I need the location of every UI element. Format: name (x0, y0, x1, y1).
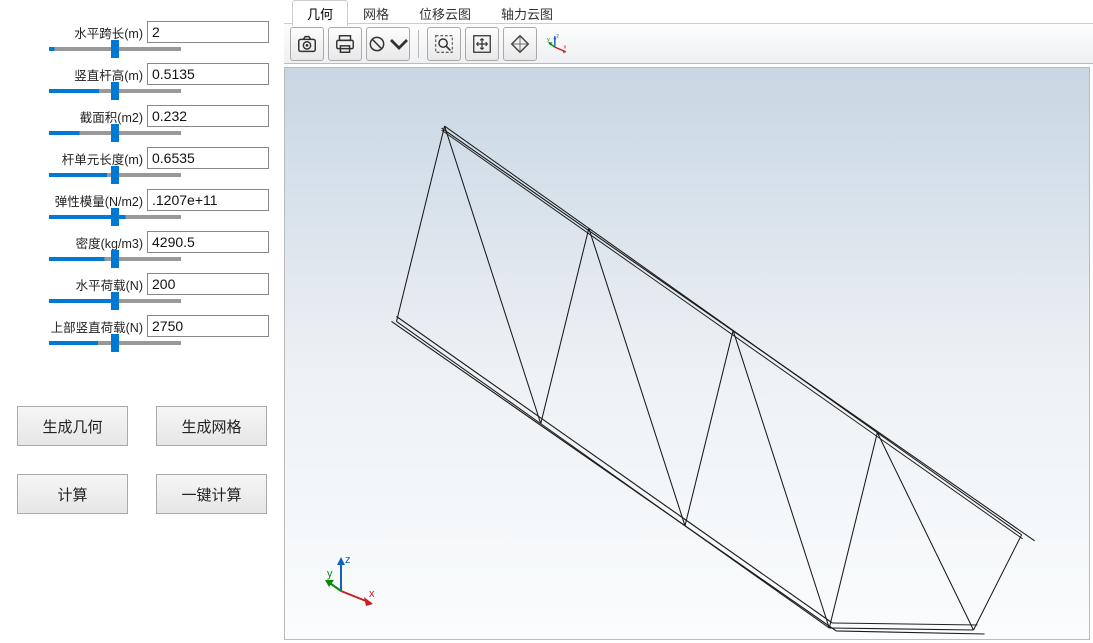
param-elemlen-label: 杆单元长度(m) (37, 149, 147, 168)
toolbar-separator (418, 30, 419, 58)
param-hload-slider[interactable] (49, 299, 181, 303)
param-vert-label: 竖直杆高(m) (37, 65, 147, 84)
parameters-panel: 水平跨长(m) 竖直杆高(m) 截面积(m2) 杆单元长度(m) 弹性模量(N/… (0, 0, 284, 643)
param-area-label: 截面积(m2) (37, 107, 147, 126)
fit-view-icon[interactable] (465, 27, 499, 61)
triad-y-label: y (327, 568, 333, 580)
viewer-toolbar: z x y (284, 24, 1093, 64)
param-span-slider[interactable] (49, 47, 181, 51)
iso-view-icon[interactable] (503, 27, 537, 61)
param-modulus-label: 弹性模量(N/m2) (37, 191, 147, 210)
param-modulus-slider[interactable] (49, 215, 181, 219)
triad-x-label: x (369, 588, 375, 600)
svg-text:z: z (556, 33, 559, 39)
param-density-label: 密度(kg/m3) (37, 233, 147, 252)
generate-mesh-button[interactable]: 生成网格 (156, 406, 267, 446)
zoom-rect-icon[interactable] (427, 27, 461, 61)
viewport-triad: z x y (325, 551, 380, 609)
svg-text:x: x (564, 44, 567, 50)
param-vload-label: 上部竖直荷载(N) (37, 317, 147, 336)
print-icon[interactable] (328, 27, 362, 61)
param-density-slider[interactable] (49, 257, 181, 261)
param-vload-slider[interactable] (49, 341, 181, 345)
tab-geometry[interactable]: 几何 (292, 0, 348, 26)
tab-displacement-cloud[interactable]: 位移云图 (404, 0, 486, 26)
param-vert-slider[interactable] (49, 89, 181, 93)
no-access-dropdown[interactable] (366, 27, 410, 61)
tab-force-cloud[interactable]: 轴力云图 (486, 0, 568, 26)
chevron-down-icon (389, 33, 409, 55)
camera-icon[interactable] (290, 27, 324, 61)
tab-mesh[interactable]: 网格 (348, 0, 404, 26)
param-span-label: 水平跨长(m) (37, 23, 147, 42)
axes-triad-icon[interactable]: z x y (541, 27, 575, 61)
triad-z-label: z (345, 554, 351, 566)
param-elemlen-slider[interactable] (49, 173, 181, 177)
one-click-compute-button[interactable]: 一键计算 (156, 474, 267, 514)
compute-button[interactable]: 计算 (17, 474, 128, 514)
generate-geometry-button[interactable]: 生成几何 (17, 406, 128, 446)
param-hload-label: 水平荷载(N) (37, 275, 147, 294)
truss-geometry (285, 68, 1089, 639)
tab-bar: 几何 网格 位移云图 轴力云图 (284, 0, 1093, 24)
svg-text:y: y (547, 36, 550, 42)
viewport-3d[interactable]: z x y (284, 67, 1090, 640)
viewer-panel: 几何 网格 位移云图 轴力云图 z (284, 0, 1093, 643)
param-area-slider[interactable] (49, 131, 181, 135)
